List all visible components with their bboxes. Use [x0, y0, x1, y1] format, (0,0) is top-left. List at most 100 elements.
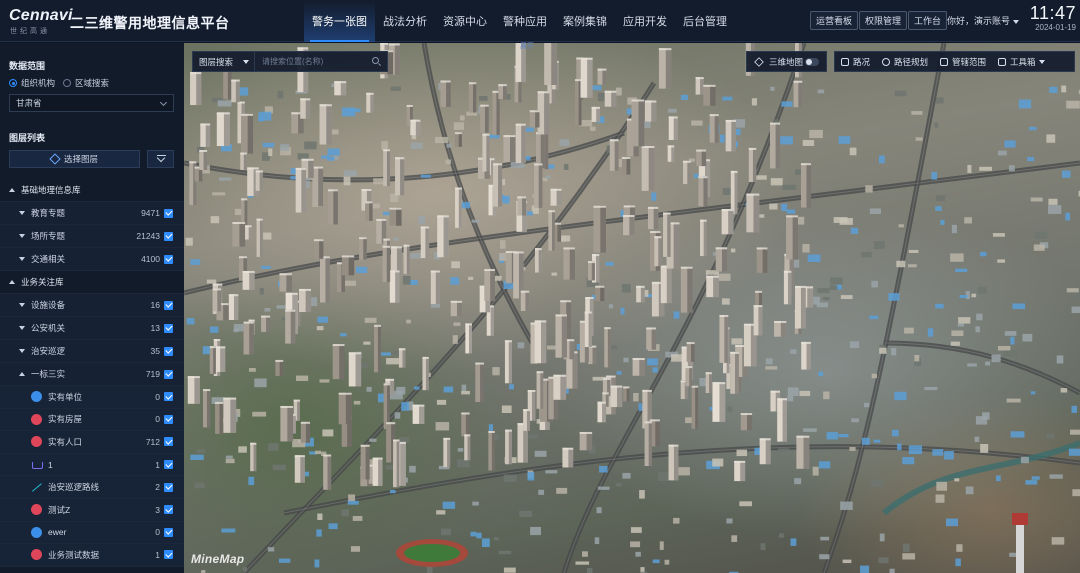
tree-group-label: 基础地理信息库 [21, 185, 81, 195]
3d-map-label: 三维地图 [769, 56, 804, 67]
tree-item-label: 一标三实 [31, 369, 66, 379]
expand-icon [19, 349, 25, 353]
layer-checkbox[interactable] [164, 505, 173, 515]
collapse-all-button[interactable] [147, 150, 174, 168]
nav-item-dev[interactable]: 应用开发 [615, 0, 675, 42]
top-header: Cennavi 世纪高通 二三维警用地理信息平台 警务一张图 战法分析 资源中心… [0, 0, 1080, 42]
route-line-icon [31, 482, 42, 493]
tree-item-traffic[interactable]: 交通相关 4100 [0, 248, 184, 271]
tree-leaf-population[interactable]: 实有人口 712 [0, 431, 184, 454]
tree-group-business[interactable]: 业务关注库 [0, 271, 184, 294]
expand-hint[interactable]: 展开 [520, 41, 534, 51]
tree-leaf-ewer[interactable]: ewer 0 [0, 521, 184, 545]
tree-leaf-patrol-route[interactable]: 治安巡逻路线 2 [0, 476, 184, 499]
layer-checkbox[interactable] [164, 254, 173, 264]
layer-checkbox[interactable] [164, 414, 173, 424]
toggle-switch[interactable] [805, 58, 819, 66]
boundary-icon [940, 57, 949, 66]
layer-checkbox[interactable] [164, 437, 173, 447]
layer-checkbox[interactable] [164, 460, 173, 470]
ops-dashboard-button[interactable]: 运营看板 [810, 11, 859, 30]
map-search-input[interactable] [255, 57, 365, 66]
tree-item-count: 13 [150, 323, 160, 333]
user-greeting: 你好，演示账号 [947, 16, 1011, 26]
tree-item-police-agencies[interactable]: 公安机关 13 [0, 317, 184, 340]
house-icon [31, 413, 42, 425]
user-menu[interactable]: 你好，演示账号 [947, 14, 1020, 27]
logo-wordmark: Cennavi [9, 7, 73, 24]
toolbox-tool[interactable]: 工具箱 [992, 52, 1051, 71]
app-title: 二三维警用地理信息平台 [70, 15, 230, 31]
tree-leaf-test-z[interactable]: 测试Z 3 [0, 498, 184, 522]
tree-item-label: 场所专题 [31, 231, 66, 241]
tree-item-count: 719 [145, 369, 160, 379]
tree-leaf-business-test[interactable]: 业务测试数据 1 [0, 544, 184, 567]
region-select[interactable]: 甘肃省 [9, 94, 174, 112]
layer-checkbox[interactable] [164, 323, 173, 333]
3d-city-map[interactable] [184, 43, 1080, 573]
tree-leaf-count: 1 [155, 459, 160, 470]
nav-item-police-map[interactable]: 警务一张图 [304, 0, 375, 42]
chevron-down-icon [159, 98, 168, 107]
tree-leaf-houses[interactable]: 实有房屋 0 [0, 408, 184, 432]
tree-item-facilities[interactable]: 设施设备 16 [0, 294, 184, 317]
route-icon [882, 57, 891, 66]
building-icon [31, 391, 42, 403]
nav-item-admin[interactable]: 后台管理 [675, 0, 735, 42]
city-rendering [184, 43, 1080, 573]
chevron-down-icon [243, 59, 250, 64]
tree-leaf-count: 0 [155, 527, 160, 538]
search-icon[interactable] [372, 57, 379, 64]
layer-checkbox[interactable] [164, 482, 173, 492]
jurisdiction-tool[interactable]: 管辖范围 [934, 52, 992, 71]
marker-icon [31, 549, 42, 561]
tree-item-education[interactable]: 教育专题 9471 [0, 202, 184, 225]
tree-item-one-standard-three-real[interactable]: 一标三实 719 [0, 363, 184, 386]
nav-item-police-apps[interactable]: 警种应用 [495, 0, 555, 42]
layer-checkbox[interactable] [164, 527, 173, 537]
layer-checkbox[interactable] [164, 346, 173, 356]
workbench-button[interactable]: 工作台 [908, 11, 948, 30]
expand-icon [19, 326, 25, 330]
tree-item-venues[interactable]: 场所专题 21243 [0, 225, 184, 248]
search-type-select[interactable]: 图层搜索 [193, 52, 255, 71]
tree-group-label: 业务关注库 [21, 277, 64, 287]
expand-icon [19, 234, 25, 238]
tree-item-count: 21243 [136, 231, 160, 241]
toolbox-icon [998, 57, 1007, 66]
radio-area[interactable] [63, 79, 72, 87]
tree-leaf-label: 实有人口 [48, 436, 83, 447]
permission-button[interactable]: 权限管理 [859, 11, 908, 30]
tree-item-label: 交通相关 [31, 254, 66, 264]
search-type-value: 图层搜索 [199, 56, 234, 67]
layer-checkbox[interactable] [164, 369, 173, 379]
expand-icon [19, 257, 25, 261]
tree-leaf-1[interactable]: 1 1 [0, 453, 184, 477]
tree-leaf-count: 712 [145, 436, 160, 447]
toolbox-label: 工具箱 [1010, 56, 1036, 67]
traffic-label: 路况 [853, 56, 871, 67]
nav-item-cases[interactable]: 案例集锦 [555, 0, 615, 42]
route-plan-tool[interactable]: 路径规划 [876, 52, 934, 71]
cart-icon [31, 459, 43, 470]
layer-checkbox[interactable] [164, 392, 173, 402]
layer-checkbox[interactable] [164, 550, 173, 560]
select-layer-button[interactable]: 选择图层 [9, 150, 140, 168]
tree-leaf-units[interactable]: 实有单位 0 [0, 386, 184, 409]
tree-item-label: 设施设备 [31, 300, 66, 310]
3d-map-toggle[interactable]: 三维地图 [746, 51, 827, 72]
radio-org[interactable] [9, 79, 17, 87]
main-nav: 警务一张图 战法分析 资源中心 警种应用 案例集锦 应用开发 后台管理 [304, 0, 735, 42]
nav-item-tactics[interactable]: 战法分析 [375, 0, 435, 42]
layer-checkbox[interactable] [164, 231, 173, 241]
tree-item-label: 治安巡逻 [31, 346, 66, 356]
nav-item-resources[interactable]: 资源中心 [435, 0, 495, 42]
traffic-tool[interactable]: 路况 [835, 52, 876, 71]
tree-item-patrol[interactable]: 治安巡逻 35 [0, 340, 184, 363]
layer-checkbox[interactable] [164, 208, 173, 218]
layer-checkbox[interactable] [164, 300, 173, 310]
tree-group-basic-geo[interactable]: 基础地理信息库 [0, 179, 184, 202]
tree-leaf-label: ewer [48, 527, 67, 538]
radio-org-label: 组织机构 [21, 78, 56, 88]
route-plan-label: 路径规划 [894, 56, 929, 67]
